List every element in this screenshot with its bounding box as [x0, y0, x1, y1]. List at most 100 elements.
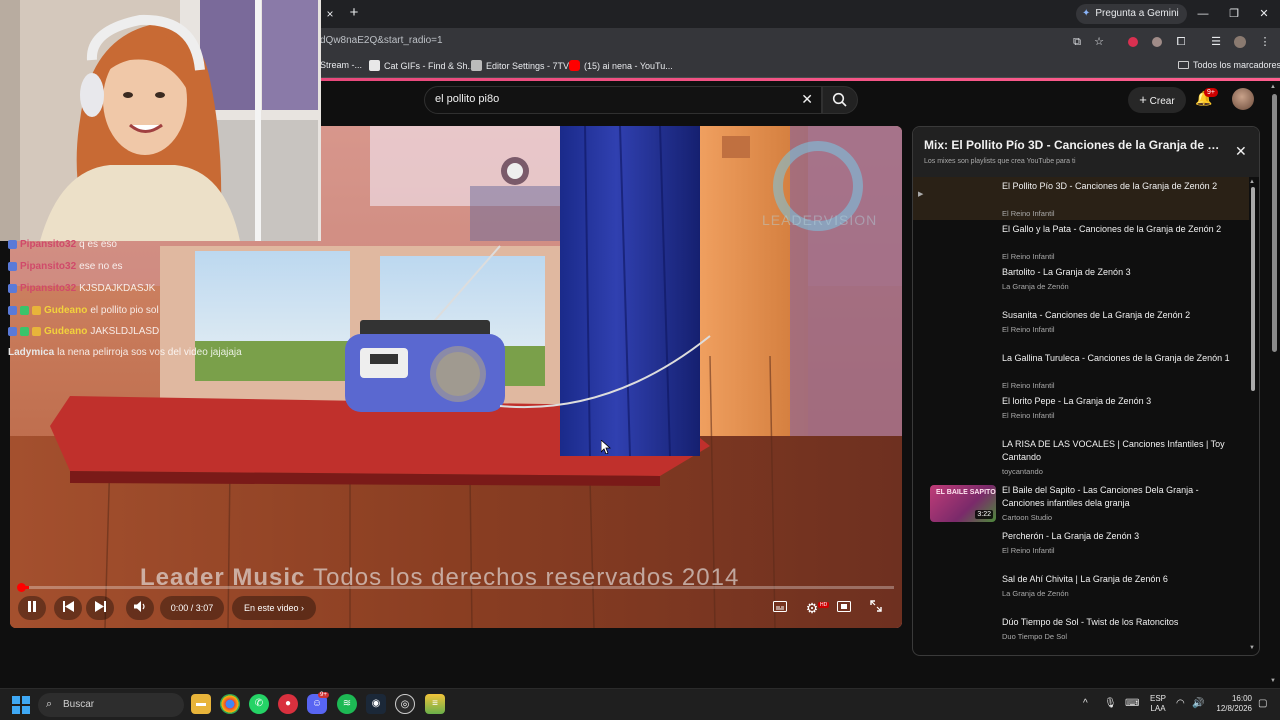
- chrome-icon[interactable]: [220, 694, 240, 714]
- language-indicator[interactable]: ESP LAA: [1150, 694, 1166, 714]
- bookmark-label: Stream -...: [320, 60, 363, 70]
- playlist-item-title: El Gallo y la Pata - Canciones de la Gra…: [1002, 224, 1222, 234]
- keyboard-icon[interactable]: ⌨: [1125, 698, 1139, 709]
- previous-button[interactable]: [54, 596, 82, 620]
- profile-avatar-icon[interactable]: [1232, 34, 1248, 50]
- speaker-icon[interactable]: 🔊: [1192, 698, 1204, 709]
- taskbar-search[interactable]: ⌕ Buscar: [38, 693, 184, 717]
- taskbar-clock[interactable]: 16:00 12/8/2026: [1212, 694, 1252, 714]
- progress-bar[interactable]: [20, 586, 894, 589]
- notification-center-icon[interactable]: ▢: [1258, 698, 1267, 709]
- playlist-item[interactable]: Bartolito - La Granja de Zenón 3 La Granj…: [913, 263, 1249, 306]
- subtitles-button[interactable]: [766, 596, 794, 620]
- settings-button[interactable]: ⚙: [798, 596, 826, 620]
- chat-username: Gudeano: [44, 326, 88, 337]
- reading-list-icon[interactable]: ☰: [1208, 34, 1224, 50]
- playlist-item[interactable]: La Gallina Turuleca - Canciones de la Gr…: [913, 349, 1249, 392]
- chat-text: q es eso: [79, 239, 117, 250]
- page-scroll-up-icon[interactable]: ▲: [1270, 84, 1276, 90]
- playlist-item[interactable]: Percherón - La Granja de Zenón 3 El Reino…: [913, 527, 1249, 570]
- tab-close-icon[interactable]: ×: [322, 6, 338, 22]
- minimize-icon[interactable]: —: [1195, 6, 1211, 22]
- close-mix-icon[interactable]: ✕: [1235, 143, 1247, 160]
- bookmark-cat-gifs[interactable]: Cat GIFs - Find & Sh...: [369, 60, 475, 71]
- extensions-puzzle-icon[interactable]: ⧠: [1173, 34, 1189, 50]
- close-window-icon[interactable]: ✕: [1256, 6, 1272, 22]
- wifi-icon[interactable]: ◠: [1176, 698, 1185, 709]
- scroll-down-arrow-icon[interactable]: ▼: [1249, 645, 1255, 651]
- mix-playlist-panel: Mix: El Pollito Pío 3D - Canciones de la…: [912, 126, 1260, 656]
- next-button[interactable]: [86, 596, 114, 620]
- plus-icon: +: [1139, 92, 1147, 107]
- create-button[interactable]: + Crear: [1128, 87, 1186, 113]
- pause-icon: [28, 601, 36, 612]
- gear-icon: ⚙: [805, 600, 819, 616]
- search-icon[interactable]: [822, 86, 858, 114]
- search-input[interactable]: el pollito pi8o: [435, 93, 499, 105]
- bookmark-youtube[interactable]: (15) ai nena - YouTu...: [569, 60, 673, 71]
- playlist-item[interactable]: EL BAILE SAPITO 3:22 El Baile del Sapito -…: [913, 481, 1249, 524]
- obs-icon[interactable]: ◎: [395, 694, 415, 714]
- chat-username: Pipansito32: [20, 283, 77, 294]
- playlist-item[interactable]: El Gallo y la Pata - Canciones de la Gra…: [913, 220, 1249, 263]
- extension-red-icon[interactable]: [1125, 34, 1141, 50]
- tray-chevron-up-icon[interactable]: ^: [1083, 698, 1088, 709]
- windows-start-icon[interactable]: [12, 696, 30, 714]
- chat-badge-icon: [8, 327, 17, 336]
- playlist-item[interactable]: ▶ El Pollito Pío 3D - Canciones de la Gra…: [913, 177, 1249, 220]
- playlist-item[interactable]: Dúo Tiempo de Sol - Twist de los Ratonci…: [913, 613, 1249, 655]
- search-box[interactable]: el pollito pi8o ✕: [424, 86, 822, 114]
- cat-icon: [369, 60, 380, 71]
- page-scrollbar[interactable]: [1272, 94, 1277, 352]
- now-playing-icon: ▶: [918, 191, 924, 198]
- video-thumbnail[interactable]: EL BAILE SAPITO 3:22: [930, 485, 996, 522]
- new-tab-button[interactable]: +: [346, 5, 362, 21]
- playlist-item[interactable]: Susanita - Canciones de La Granja de Zen…: [913, 306, 1249, 349]
- playlist-item[interactable]: LA RISA DE LAS VOCALES | Canciones Infan…: [913, 435, 1249, 478]
- restore-icon[interactable]: ❐: [1226, 6, 1242, 22]
- whatsapp-icon[interactable]: ✆: [249, 694, 269, 714]
- chapters-button[interactable]: En este video ›: [232, 596, 316, 620]
- windows-taskbar: ⌕ Buscar ▬ ✆ ● ☺ 9+ ≋ ◉ ◎ ≡ ^ 🎙 ⌨ ESP LA…: [0, 688, 1280, 720]
- chrome-menu-icon[interactable]: ⋮: [1257, 34, 1273, 50]
- scrubber-handle[interactable]: [17, 583, 26, 592]
- 7tv-icon: [471, 60, 482, 71]
- playlist-item-channel: Cartoon Studio: [1002, 513, 1053, 522]
- url-field[interactable]: dQw8naE2Q&start_radio=1: [320, 35, 443, 46]
- cast-icon[interactable]: ⧉: [1069, 34, 1085, 50]
- gemini-button[interactable]: ✦ Pregunta a Gemini: [1076, 4, 1187, 24]
- account-avatar[interactable]: [1232, 88, 1254, 110]
- playlist-item-channel: toycantando: [1002, 467, 1043, 476]
- layers-app-icon[interactable]: ≡: [425, 694, 445, 714]
- chat-badge-icon: [20, 306, 29, 315]
- file-explorer-icon[interactable]: ▬: [191, 694, 211, 714]
- pause-button[interactable]: [18, 596, 46, 620]
- mix-header: Mix: El Pollito Pío 3D - Canciones de la…: [913, 127, 1259, 177]
- clear-search-icon[interactable]: ✕: [801, 91, 813, 108]
- next-icon: [94, 601, 106, 612]
- playlist-item-channel: Duo Tiempo De Sol: [1002, 632, 1068, 641]
- playlist-item-title: La Gallina Turuleca - Canciones de la Gr…: [1002, 353, 1230, 363]
- bookmark-stream[interactable]: Stream -...: [320, 60, 362, 70]
- playlist-item[interactable]: Sal de Ahí Chivita | La Granja de Zenón …: [913, 570, 1249, 613]
- all-bookmarks[interactable]: Todos los marcadores: [1178, 60, 1280, 70]
- mix-title[interactable]: Mix: El Pollito Pío 3D - Canciones de la…: [924, 138, 1224, 152]
- scroll-up-arrow-icon[interactable]: ▲: [1249, 179, 1255, 185]
- playlist-item[interactable]: El lorito Pepe - La Granja de Zenón 3 El …: [913, 392, 1249, 435]
- app-red-icon[interactable]: ●: [278, 694, 298, 714]
- page-scroll-down-icon[interactable]: ▼: [1270, 678, 1276, 684]
- bookmark-star-icon[interactable]: ☆: [1091, 34, 1107, 50]
- leadervision-logo: LEADERVISION: [762, 212, 878, 228]
- miniplayer-button[interactable]: [830, 596, 858, 620]
- volume-button[interactable]: [126, 596, 154, 620]
- bookmark-7tv[interactable]: Editor Settings - 7TV: [471, 60, 569, 71]
- spotify-icon[interactable]: ≋: [337, 694, 357, 714]
- mix-scrollbar[interactable]: [1251, 187, 1255, 391]
- hd-badge: HD: [818, 602, 830, 608]
- fullscreen-button[interactable]: [862, 596, 890, 620]
- bookmark-label: Cat GIFs - Find & Sh...: [384, 60, 476, 71]
- chat-badge-icon: [8, 262, 17, 271]
- extension-2-icon[interactable]: [1149, 34, 1165, 50]
- steam-icon[interactable]: ◉: [366, 694, 386, 714]
- microphone-icon[interactable]: 🎙: [1104, 698, 1117, 709]
